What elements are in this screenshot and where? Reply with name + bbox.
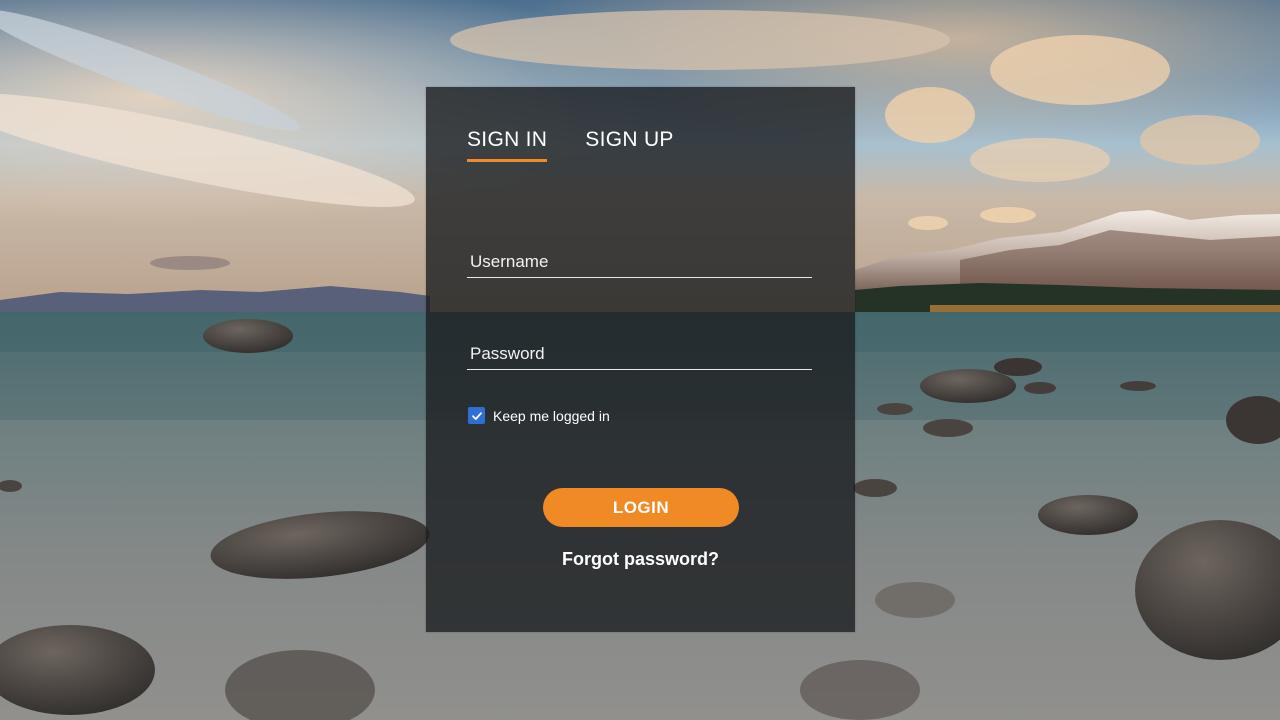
tab-sign-in[interactable]: SIGN IN xyxy=(467,127,548,162)
password-field-wrapper xyxy=(467,339,812,370)
keep-logged-in-option[interactable]: Keep me logged in xyxy=(468,407,610,424)
auth-tabs: SIGN IN SIGN UP xyxy=(467,127,674,162)
username-input[interactable] xyxy=(467,247,812,277)
username-field-wrapper xyxy=(467,247,812,278)
login-screen: SIGN IN SIGN UP Keep me logged in LOGIN … xyxy=(0,0,1280,720)
keep-logged-in-label: Keep me logged in xyxy=(493,407,610,424)
password-input[interactable] xyxy=(467,339,812,369)
login-button[interactable]: LOGIN xyxy=(543,488,739,527)
tab-sign-up[interactable]: SIGN UP xyxy=(585,127,673,159)
checkmark-icon xyxy=(471,411,482,420)
login-panel: SIGN IN SIGN UP Keep me logged in LOGIN … xyxy=(426,87,855,632)
keep-logged-in-checkbox[interactable] xyxy=(468,407,485,424)
forgot-password-link[interactable]: Forgot password? xyxy=(426,549,855,570)
